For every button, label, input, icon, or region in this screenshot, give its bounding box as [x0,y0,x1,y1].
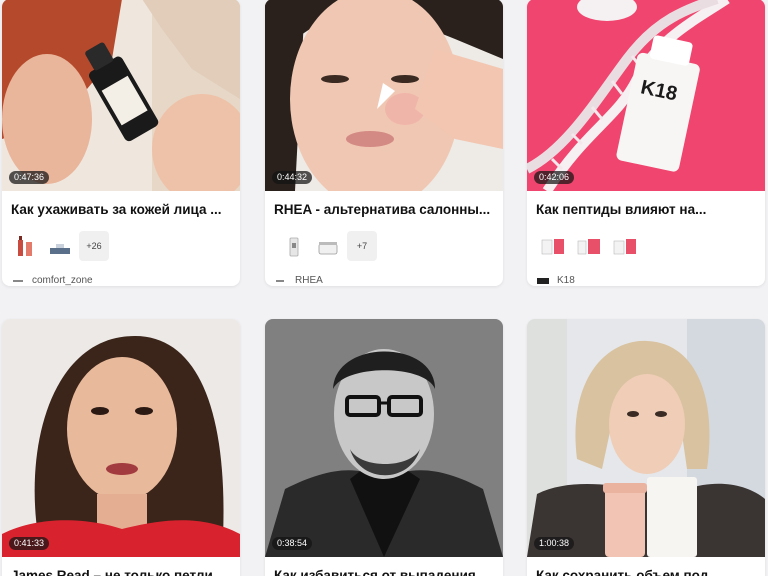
product-thumb[interactable] [279,231,309,261]
brand-row[interactable]: comfort_zone [2,261,240,286]
product-box-icon [50,244,70,254]
product-box-icon [541,239,564,255]
thumbnail-image-woman-portrait [2,319,240,557]
video-title[interactable]: Как сохранить объем под [527,557,765,576]
video-thumbnail[interactable]: 1:00:38 [527,319,765,557]
brand-row[interactable]: RHEA [265,261,503,286]
video-duration: 0:44:32 [272,171,313,184]
cream-jar-icon [318,242,338,255]
product-thumb[interactable] [45,231,75,261]
thumbnail-image-serum-hands [2,0,240,191]
brand-logo-icon [12,277,24,285]
product-list: +7 [265,219,503,261]
product-thumb[interactable] [313,231,343,261]
thumbnail-image-man-portrait [265,319,503,557]
product-thumb[interactable] [11,231,41,261]
video-card[interactable]: 1:00:38 Как сохранить объем под [527,319,765,576]
video-thumbnail[interactable]: K18 0:42:06 [527,0,765,191]
product-thumb[interactable] [538,231,568,261]
video-duration: 0:47:36 [9,171,50,184]
video-title[interactable]: Как избавиться от выпадения [265,557,503,576]
thumbnail-image-face-cream [265,0,503,191]
product-box-icon [613,239,636,255]
thumbnail-image-dna-product: K18 [527,0,765,191]
brand-logo-icon [275,277,287,285]
product-thumb[interactable] [610,231,640,261]
video-duration: 1:00:38 [534,537,575,550]
video-title[interactable]: RHEA - альтернатива салонны... [265,191,503,219]
product-list [527,219,765,261]
brand-name: RHEA [295,275,323,286]
video-title[interactable]: James Read – не только петли [2,557,240,576]
video-thumbnail[interactable]: 0:41:33 [2,319,240,557]
brand-name: K18 [557,275,575,286]
video-thumbnail[interactable]: 0:38:54 [265,319,503,557]
brand-row[interactable]: K18 [527,261,765,286]
more-products-button[interactable]: +26 [79,231,109,261]
video-card[interactable]: K18 0:42:06 Как пептиды влияют на... K18 [527,0,765,286]
video-card-grid: 0:47:36 Как ухаживать за кожей лица ... … [0,0,768,576]
video-thumbnail[interactable]: 0:47:36 [2,0,240,191]
video-title[interactable]: Как пептиды влияют на... [527,191,765,219]
more-products-button[interactable]: +7 [347,231,377,261]
video-thumbnail[interactable]: 0:44:32 [265,0,503,191]
brand-logo-icon [537,277,549,285]
video-card[interactable]: 0:41:33 James Read – не только петли [2,319,240,576]
video-duration: 0:42:06 [534,171,575,184]
product-list: +26 [2,219,240,261]
video-duration: 0:41:33 [9,537,50,550]
thumbnail-image-blonde-woman-product [527,319,765,557]
serum-bottle-icon [289,237,299,257]
video-title[interactable]: Как ухаживать за кожей лица ... [2,191,240,219]
product-box-icon [577,239,600,255]
video-duration: 0:38:54 [272,537,313,550]
video-card[interactable]: 0:38:54 Как избавиться от выпадения [265,319,503,576]
brand-name: comfort_zone [32,275,93,286]
serum-bottle-icon [18,236,32,256]
product-thumb[interactable] [574,231,604,261]
video-card[interactable]: 0:47:36 Как ухаживать за кожей лица ... … [2,0,240,286]
video-card[interactable]: 0:44:32 RHEA - альтернатива салонны... +… [265,0,503,286]
